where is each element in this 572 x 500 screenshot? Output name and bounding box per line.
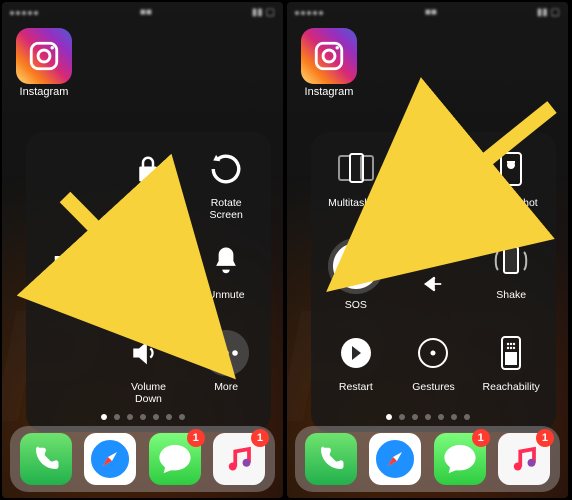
status-bar: ■■ ▮▮ ▢ [2, 2, 283, 22]
messages-badge: 1 [472, 429, 490, 447]
reachability-icon [488, 330, 534, 376]
lock-screen-label: LockScreen [132, 197, 165, 221]
screenshot-button[interactable]: Screenshot [472, 146, 550, 238]
dock: 1 1 [295, 426, 560, 492]
back-arrow-icon [422, 273, 444, 295]
safari-app-icon[interactable] [84, 433, 136, 485]
instagram-app-label: Instagram [301, 86, 357, 98]
rotate-screen-label: RotateScreen [210, 197, 243, 221]
dock: 1 1 [10, 426, 275, 492]
phone-app-icon[interactable] [305, 433, 357, 485]
volume-up-button[interactable]: VolumeUp [32, 238, 110, 330]
music-app-icon[interactable]: 1 [498, 433, 550, 485]
instagram-app-icon[interactable] [16, 28, 72, 84]
sos-label: SOS [345, 299, 367, 311]
multitasking-label: Multitasking [328, 197, 383, 209]
phone-left: P P ■■ ▮▮ ▢ Instagram LockScreen [2, 2, 283, 498]
music-badge: 1 [251, 429, 269, 447]
shake-icon [488, 238, 534, 284]
lock-screen-button[interactable]: LockScreen [110, 146, 188, 238]
volume-up-icon [48, 238, 94, 284]
lock-icon [125, 146, 171, 192]
volume-down-label: VolumeDown [131, 381, 166, 405]
safari-app-icon[interactable] [369, 433, 421, 485]
messages-app-icon[interactable]: 1 [434, 433, 486, 485]
reachability-button[interactable]: Reachability [472, 330, 550, 422]
messages-app-icon[interactable]: 1 [149, 433, 201, 485]
page-indicator [287, 414, 568, 420]
rotate-icon [203, 146, 249, 192]
status-bar: ■■ ▮▮ ▢ [287, 2, 568, 22]
more-label: More [214, 381, 238, 393]
volume-down-icon [125, 330, 171, 376]
volume-up-label: VolumeUp [53, 289, 88, 313]
restart-button[interactable]: Restart [317, 330, 395, 422]
assistivetouch-panel[interactable]: LockScreen RotateScreen VolumeUp [26, 132, 271, 432]
multitasking-button[interactable]: Multitasking [317, 146, 395, 238]
phone-right: P P ■■ ▮▮ ▢ Instagram Multitasking [287, 2, 568, 498]
assistivetouch-more-panel[interactable]: Multitasking Screenshot SOS SOS [311, 132, 556, 432]
volume-down-button[interactable]: VolumeDown [110, 330, 188, 422]
page-indicator [2, 414, 283, 420]
restart-icon [333, 330, 379, 376]
sos-button[interactable]: SOS SOS [317, 238, 395, 330]
bell-icon [203, 238, 249, 284]
shake-button[interactable]: Shake [472, 238, 550, 330]
rotate-screen-button[interactable]: RotateScreen [187, 146, 265, 238]
screenshot-label: Screenshot [485, 197, 538, 209]
unmute-button[interactable]: Unmute [187, 238, 265, 330]
gestures-label: Gestures [412, 381, 455, 393]
sos-icon: SOS [333, 243, 379, 289]
unmute-label: Unmute [208, 289, 245, 301]
back-button[interactable] [395, 238, 473, 330]
gestures-icon [410, 330, 456, 376]
screenshot-icon [488, 146, 534, 192]
restart-label: Restart [339, 381, 373, 393]
instagram-app-icon[interactable] [301, 28, 357, 84]
instagram-app-label: Instagram [16, 86, 72, 98]
messages-badge: 1 [187, 429, 205, 447]
reachability-label: Reachability [483, 381, 540, 393]
sos-focus: SOS [328, 238, 384, 294]
phone-app-icon[interactable] [20, 433, 72, 485]
more-icon [203, 330, 249, 376]
shake-label: Shake [496, 289, 526, 301]
multitasking-icon [333, 146, 379, 192]
more-button[interactable]: More [187, 330, 265, 422]
music-badge: 1 [536, 429, 554, 447]
gestures-button[interactable]: Gestures [395, 330, 473, 422]
music-app-icon[interactable]: 1 [213, 433, 265, 485]
